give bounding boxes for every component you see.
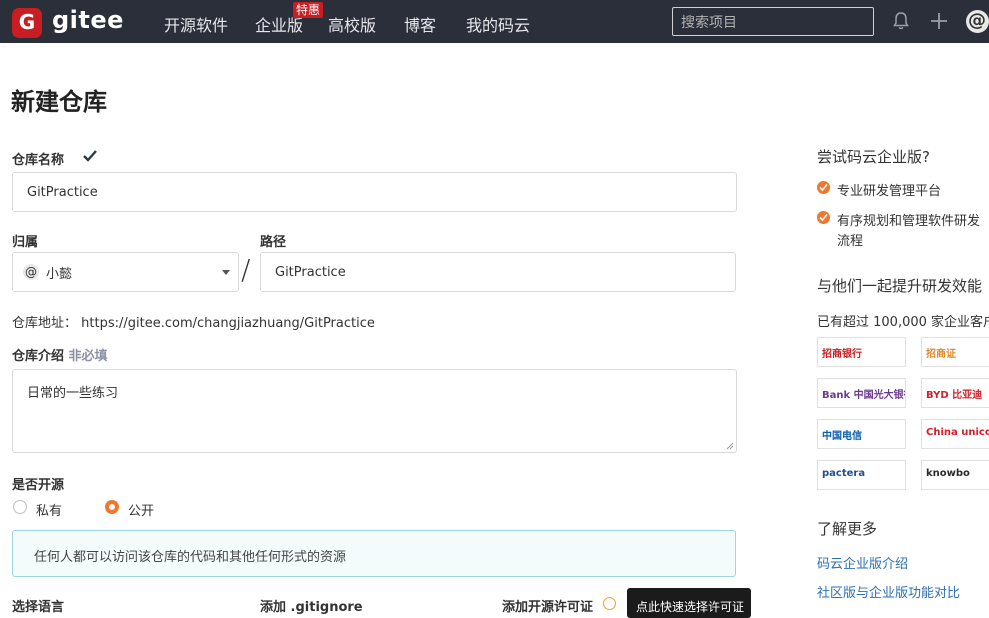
enterprise-title: 尝试码云企业版? — [817, 148, 930, 166]
license-tooltip: 点此快速选择许可证 — [627, 588, 751, 618]
bell-icon[interactable] — [891, 11, 911, 31]
enterprise-intro-link[interactable]: 码云企业版介绍 — [817, 553, 908, 572]
brand-logo: BYD 比亚迪 — [921, 378, 989, 408]
desc-optional: 非必填 — [68, 349, 108, 364]
license-label: 添加开源许可证 — [502, 600, 594, 615]
owner-value: 小懿 — [46, 267, 73, 282]
private-radio[interactable] — [13, 500, 27, 514]
brand-logo: knowbo — [921, 460, 989, 490]
nav-open-source[interactable]: 开源软件 — [164, 12, 228, 36]
visibility-label: 是否开源 — [12, 478, 65, 493]
nav-my-gitee[interactable]: 我的码云 — [466, 12, 530, 36]
desc-label: 仓库介绍 非必填 — [12, 349, 108, 364]
avatar[interactable]: @ — [966, 10, 989, 33]
public-radio-label[interactable]: 公开 — [128, 500, 154, 519]
desc-textarea[interactable]: 日常的一些练习 — [12, 369, 737, 453]
repo-name-input[interactable]: GitPractice — [12, 172, 737, 212]
owner-avatar: @ — [23, 264, 39, 280]
brand-logo: China unicom — [921, 419, 989, 449]
nav-education[interactable]: 高校版 — [328, 12, 376, 36]
nav-enterprise-badge: 特惠 — [293, 2, 324, 18]
path-label: 路径 — [260, 235, 287, 250]
feature-item-continued: 流程 — [837, 234, 864, 249]
license-tooltip-text: 点此快速选择许可证 — [636, 600, 745, 614]
check-circle-icon — [817, 181, 830, 194]
more-title: 了解更多 — [817, 520, 878, 538]
visibility-notice-text: 任何人都可以访问该仓库的代码和其他任何形式的资源 — [34, 550, 347, 565]
visibility-notice: 任何人都可以访问该仓库的代码和其他任何形式的资源 — [12, 530, 736, 577]
path-separator: / — [241, 253, 251, 286]
feature-item: 专业研发管理平台 — [837, 184, 942, 199]
check-circle-icon — [817, 211, 830, 224]
public-radio[interactable] — [105, 500, 119, 514]
repo-address-value: https://gitee.com/changjiazhuang/GitPrac… — [81, 316, 375, 331]
info-icon[interactable] — [603, 597, 616, 610]
top-navbar: G gitee 开源软件 企业版 特惠 高校版 博客 我的码云 @ — [0, 0, 989, 43]
gitee-logo-icon: G — [12, 8, 42, 38]
edition-compare-link[interactable]: 社区版与企业版功能对比 — [817, 582, 960, 601]
repo-name-value: GitPractice — [27, 185, 98, 200]
path-input[interactable]: GitPractice — [260, 252, 736, 292]
brand-logo: pactera — [817, 460, 906, 490]
private-radio-label[interactable]: 私有 — [36, 500, 62, 519]
brand-logo: 中国电信 — [817, 419, 906, 449]
search-box — [672, 7, 874, 37]
repo-address: 仓库地址： https://gitee.com/changjiazhuang/G… — [12, 312, 375, 331]
chevron-down-icon — [222, 270, 230, 275]
repo-name-label: 仓库名称 — [12, 153, 65, 168]
owner-label: 归属 — [12, 235, 39, 250]
resize-handle-icon[interactable] — [726, 442, 734, 450]
check-icon — [83, 150, 97, 162]
gitignore-label: 添加 .gitignore — [260, 600, 363, 615]
nav-blog[interactable]: 博客 — [404, 12, 436, 36]
page-title: 新建仓库 — [11, 88, 107, 116]
clients-title: 与他们一起提升研发效能 — [817, 277, 983, 295]
gitee-logo[interactable]: G gitee — [12, 6, 152, 38]
brand-logo: Bank 中国光大银行 — [817, 378, 906, 408]
gitee-logo-text: gitee — [52, 6, 124, 34]
owner-select[interactable]: @ 小懿 — [12, 252, 239, 292]
search-input[interactable] — [673, 8, 873, 37]
desc-value: 日常的一些练习 — [27, 386, 119, 401]
language-label: 选择语言 — [12, 600, 65, 615]
repo-address-label: 仓库地址： — [12, 316, 78, 331]
brand-logo: 招商银行 — [817, 337, 906, 367]
clients-subtitle: 已有超过 100,000 家企业客户 — [817, 315, 989, 330]
feature-item: 有序规划和管理软件研发 — [837, 214, 981, 229]
path-value: GitPractice — [275, 265, 346, 280]
brand-logo: 招商证 — [921, 337, 989, 367]
plus-icon[interactable] — [929, 11, 949, 31]
